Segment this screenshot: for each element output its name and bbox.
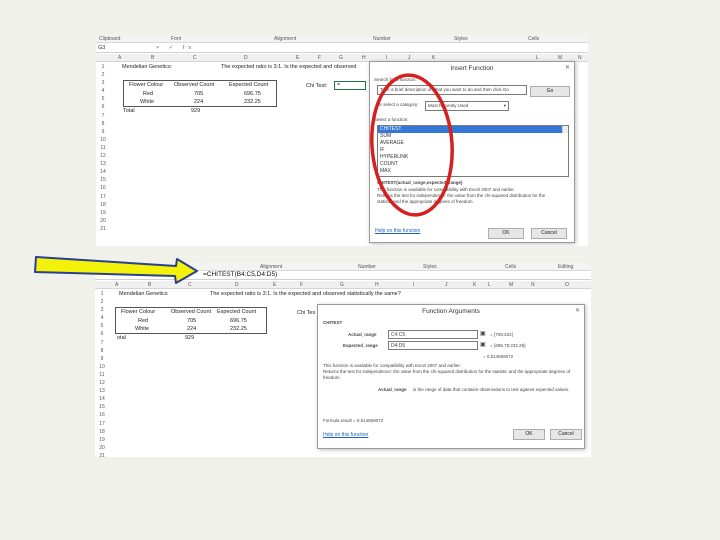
red-highlight-circle: [370, 73, 454, 217]
annotation-overlay: [34, 73, 454, 284]
yellow-arrow: [34, 256, 198, 284]
